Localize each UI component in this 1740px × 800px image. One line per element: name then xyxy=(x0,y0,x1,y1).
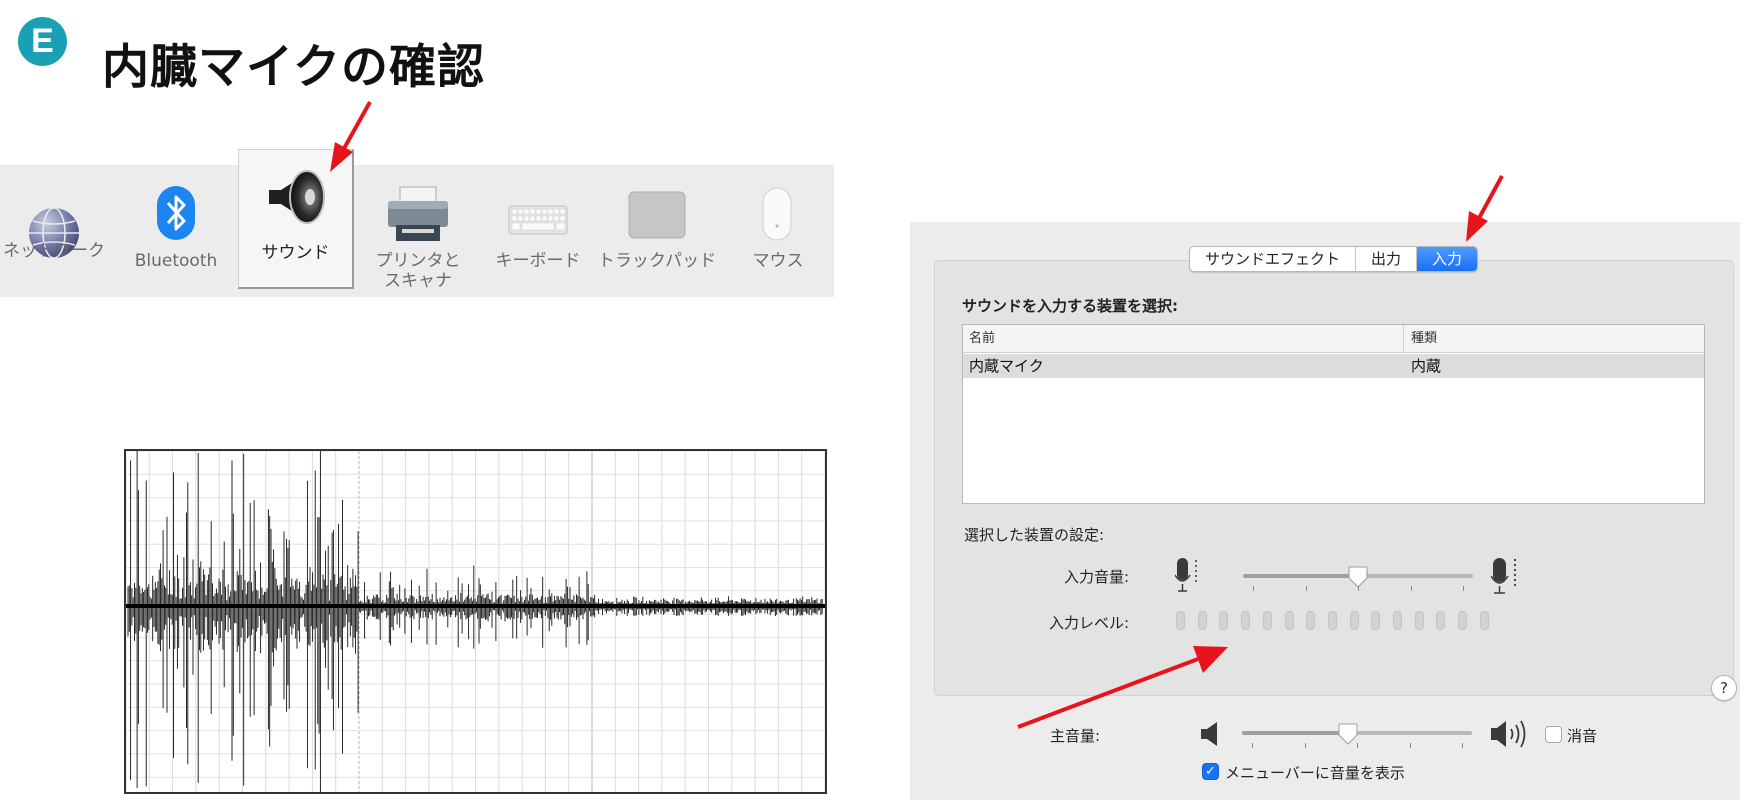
waveform-graph xyxy=(125,426,826,794)
column-divider xyxy=(1403,325,1404,353)
pref-bluetooth-label: Bluetooth xyxy=(134,251,218,271)
slider-tick xyxy=(1252,743,1253,748)
pref-bluetooth[interactable]: Bluetooth xyxy=(124,165,228,297)
step-badge: E xyxy=(18,17,67,66)
help-button[interactable]: ? xyxy=(1711,675,1737,701)
mute-label: 消音 xyxy=(1567,727,1598,745)
sound-tabs: サウンドエフェクト 出力 入力 xyxy=(1189,246,1479,272)
input-level-cell xyxy=(1327,611,1337,630)
tab-sound-effects[interactable]: サウンドエフェクト xyxy=(1190,247,1357,271)
pref-mouse-label: マウス xyxy=(752,251,804,271)
input-level-cell xyxy=(1197,611,1207,630)
mic-high-icon xyxy=(1491,558,1517,594)
input-level-cell xyxy=(1414,611,1424,630)
tab-output[interactable]: 出力 xyxy=(1356,247,1418,271)
input-level-cell xyxy=(1284,611,1294,630)
slider-tick xyxy=(1304,743,1306,748)
pref-keyboard[interactable]: キーボード xyxy=(488,165,588,297)
input-level-cell xyxy=(1371,611,1381,630)
speaker-high-icon xyxy=(1491,720,1526,748)
bluetooth-icon xyxy=(157,186,195,240)
preferences-toolbar: ネットワーク Bluetooth サウンド プリンタと スキャナ キーボード ト… xyxy=(0,149,834,297)
input-volume-label: 入力音量: xyxy=(1063,568,1129,586)
slider-tick xyxy=(1253,586,1254,591)
input-volume-fill xyxy=(1243,574,1358,578)
input-level-cell xyxy=(1458,611,1468,630)
pref-printers-label-2: スキャナ xyxy=(384,271,452,291)
table-header: 名前 種類 xyxy=(963,325,1704,353)
select-device-title: サウンドを入力する装置を選択: xyxy=(962,297,1179,315)
arrow-input-tab-line xyxy=(1476,175,1504,221)
step-badge-letter: E xyxy=(31,22,54,60)
speaker-low-icon xyxy=(1201,722,1217,746)
slider-tick xyxy=(1305,586,1307,591)
pref-trackpad[interactable]: トラックパッド xyxy=(596,165,718,297)
slider-tick xyxy=(1462,743,1463,748)
pref-printers[interactable]: プリンタと スキャナ xyxy=(364,165,472,297)
pref-network-label: ネットワーク xyxy=(3,241,105,261)
slider-tick xyxy=(1410,586,1412,591)
input-level-cell xyxy=(1241,611,1251,630)
device-type-cell: 内蔵 xyxy=(1411,357,1442,375)
device-name-cell: 内蔵マイク xyxy=(969,357,1044,375)
input-settings-group: サウンドを入力する装置を選択: 名前 種類 内蔵マイク 内蔵 選択した装置の設定… xyxy=(934,260,1737,701)
printer-icon xyxy=(388,186,448,241)
menubar-volume-label: メニューバーに音量を表示 xyxy=(1225,764,1405,782)
tab-input[interactable]: 入力 xyxy=(1417,247,1478,271)
table-row[interactable]: 内蔵マイク 内蔵 xyxy=(963,354,1704,378)
pref-mouse[interactable]: マウス xyxy=(726,165,830,297)
pref-network[interactable]: ネットワーク xyxy=(0,165,108,297)
trackpad-icon xyxy=(628,191,686,239)
arrow-sound-line xyxy=(340,101,372,153)
input-device-table[interactable]: 名前 種類 内蔵マイク 内蔵 xyxy=(962,324,1705,504)
input-level-label: 入力レベル: xyxy=(1048,614,1129,632)
keyboard-icon xyxy=(508,205,568,235)
menubar-volume-checkbox[interactable]: ✓ xyxy=(1202,763,1219,780)
pref-sound[interactable]: サウンド xyxy=(238,149,354,289)
slider-tick xyxy=(1358,586,1359,591)
input-level-cell xyxy=(1436,611,1446,630)
sound-preferences-pane: サウンドを入力する装置を選択: 名前 種類 内蔵マイク 内蔵 選択した装置の設定… xyxy=(910,222,1740,800)
input-level-cell xyxy=(1176,611,1185,630)
input-level-cell xyxy=(1479,611,1489,630)
column-header-type[interactable]: 種類 xyxy=(1411,325,1437,353)
input-level-cell xyxy=(1306,611,1316,630)
pref-sound-label: サウンド xyxy=(261,243,330,263)
pref-printers-label-1: プリンタと xyxy=(375,251,461,271)
input-level-cell xyxy=(1349,611,1359,630)
pref-trackpad-label: トラックパッド xyxy=(597,251,717,271)
input-level-cell xyxy=(1393,611,1402,630)
output-volume-thumb[interactable] xyxy=(1338,723,1358,745)
slider-tick xyxy=(1409,743,1411,748)
output-volume-fill xyxy=(1242,731,1348,735)
slider-tick xyxy=(1357,743,1358,748)
mic-low-icon xyxy=(1175,558,1197,592)
input-level-cell xyxy=(1219,611,1229,630)
output-volume-label: 主音量: xyxy=(1049,727,1100,745)
slider-tick xyxy=(1463,586,1464,591)
device-settings-label: 選択した装置の設定: xyxy=(964,526,1105,544)
mute-checkbox[interactable] xyxy=(1545,726,1562,743)
page-title: 内臓マイクの確認 xyxy=(102,40,486,95)
pref-keyboard-label: キーボード xyxy=(495,251,581,271)
input-volume-thumb[interactable] xyxy=(1348,566,1368,588)
mouse-icon xyxy=(762,187,792,241)
input-level-cell xyxy=(1262,611,1272,630)
column-header-name[interactable]: 名前 xyxy=(969,325,995,353)
waveform-image xyxy=(124,426,827,794)
speaker-icon xyxy=(269,170,325,224)
